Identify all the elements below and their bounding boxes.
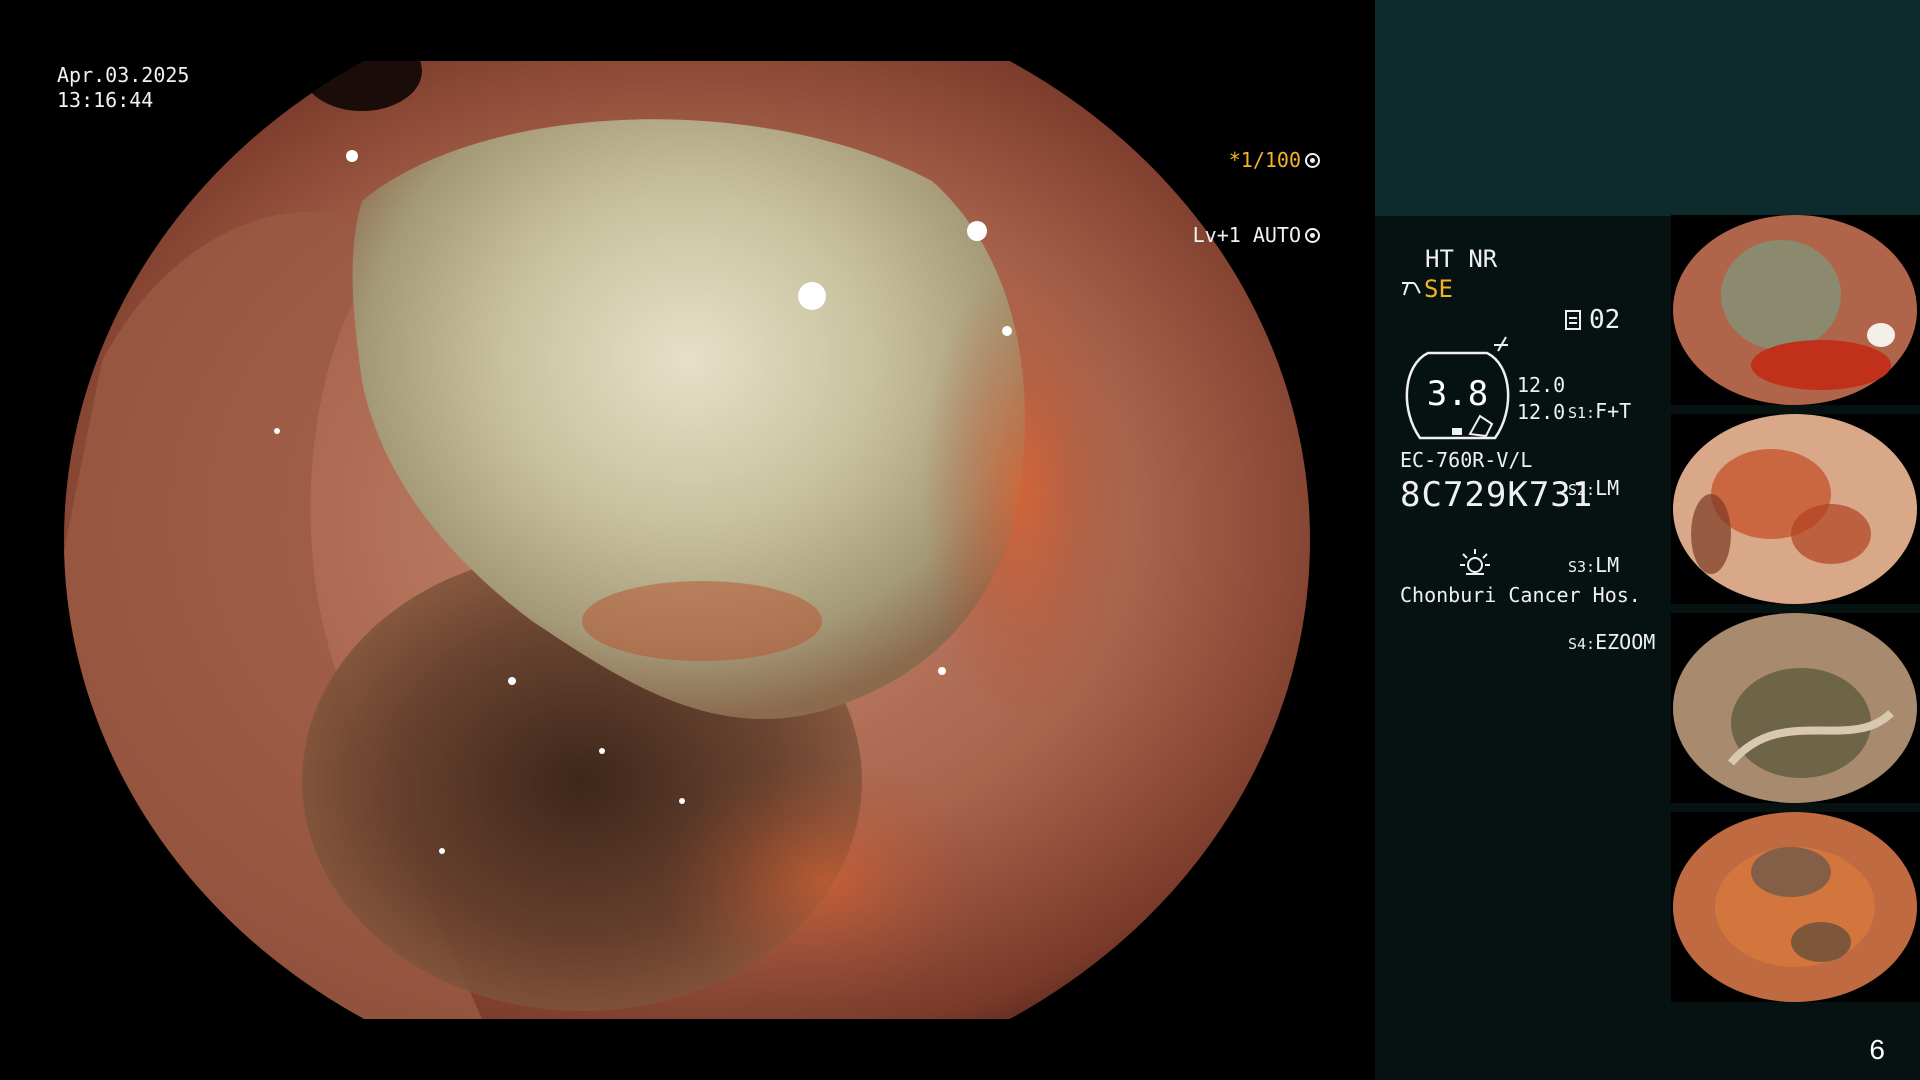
gauge-value: 3.8	[1426, 374, 1489, 414]
se-mode-row: SE	[1400, 275, 1453, 303]
scope-serial: 8C729K731	[1400, 475, 1594, 515]
info-panel: HT NR SE 02 3.8 12.0 12.0 S1:F+T S2:LM S…	[1375, 0, 1920, 1080]
thumbnail-4-image	[1673, 812, 1917, 1002]
endoscopic-view	[62, 61, 1312, 1019]
thumbnail-3-image	[1673, 613, 1917, 803]
sun-icon	[1459, 549, 1490, 575]
image-counter: 02	[1565, 305, 1620, 335]
thumbnail-1[interactable]	[1671, 215, 1920, 405]
brightness-level: Lv+1 AUTO	[1192, 223, 1301, 247]
thumbnail-2[interactable]	[1671, 414, 1920, 604]
setting-value-2: 12.0	[1517, 400, 1566, 424]
thumbnail-3[interactable]	[1671, 613, 1920, 803]
document-icon	[1565, 310, 1581, 330]
setting-value-1: 12.0	[1517, 373, 1566, 397]
light-source-icon	[1400, 528, 1490, 575]
endoscopic-image	[64, 61, 1310, 1019]
thumbnail-4[interactable]	[1671, 812, 1920, 1002]
enhancement-mode: HT NR	[1425, 245, 1498, 273]
counter-value: 02	[1589, 305, 1621, 335]
capture-time: 13:16:44	[57, 88, 154, 112]
zoom-gauge: 3.8	[1400, 350, 1515, 442]
page-number: 6	[1869, 1034, 1885, 1065]
scope-setting-s4: S4:EZOOM	[1568, 630, 1656, 654]
scope-settings: S1:F+T S2:LM S3:LM S4:EZOOM	[1568, 349, 1655, 707]
structure-enhance-icon	[1402, 282, 1421, 296]
capture-date: Apr.03.2025	[57, 63, 190, 87]
shutter-icon	[1305, 153, 1320, 168]
scope-model: EC-760R-V/L	[1400, 448, 1533, 472]
capture-datetime: Apr.03.2025 13:16:44	[57, 63, 189, 113]
auto-icon	[1305, 228, 1320, 243]
scope-setting-s1: S1:F+T	[1568, 399, 1632, 423]
thumbnail-2-image	[1673, 414, 1917, 604]
shutter-speed: *1/100	[1228, 148, 1301, 172]
panel-header-strip	[1375, 0, 1920, 216]
se-mode: SE	[1424, 275, 1453, 303]
hospital-name: Chonburi Cancer Hos.	[1400, 583, 1641, 607]
view-status: *1/100 Lv+1 AUTO	[1193, 98, 1320, 298]
thumbnail-1-image	[1673, 215, 1917, 405]
scope-setting-s3: S3:LM	[1568, 553, 1620, 577]
endoscopy-screen: Apr.03.2025 13:16:44 *1/100 Lv+1 AUTO HT …	[0, 0, 1920, 1080]
setting-values: 12.0 12.0	[1517, 372, 1565, 426]
thumbnail-strip	[1671, 215, 1920, 1011]
